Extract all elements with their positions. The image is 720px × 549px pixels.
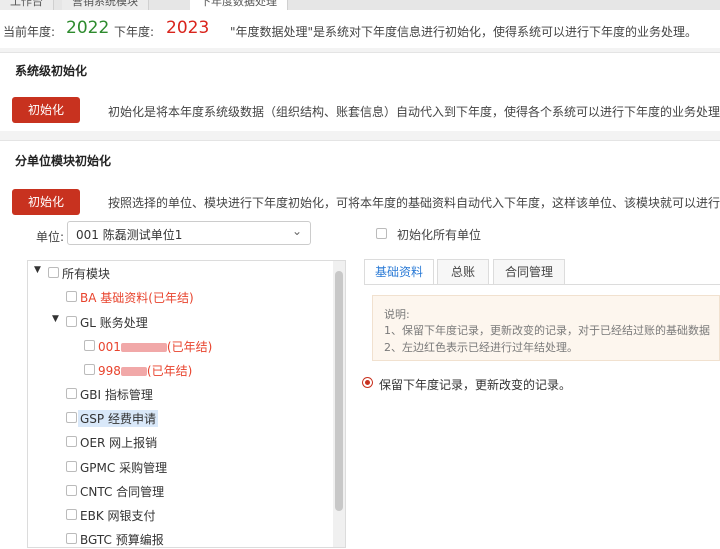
system-init-description: 初始化是将本年度系统级数据（组织结构、账套信息）自动代入到下年度，使得各个系统可… [108,105,720,119]
caret-down-icon[interactable]: ▼ [52,314,59,324]
current-year-value: 2022 [66,18,110,38]
tree-node-label: 所有模块 [62,267,111,281]
tree-checkbox[interactable] [66,509,77,520]
tree-node-label: GPMC 采购管理 [80,461,168,475]
tree-node-label: EBK 网银支付 [80,509,156,523]
note-box: 说明: 1、保留下年度记录，更新改变的记录，对于已经结过账的基础数据 2、左边红… [372,295,720,361]
tab-marketing[interactable]: 营销系统模块 [62,0,149,10]
redacted-text [120,343,167,352]
redacted-text [120,367,147,376]
tree-checkbox[interactable] [66,436,77,447]
tree-checkbox[interactable] [66,291,77,302]
tree-checkbox[interactable] [48,267,59,278]
tree-checkbox[interactable] [66,316,77,327]
tree-checkbox[interactable] [66,461,77,472]
tree-node-label: 001 (已年结) [98,340,213,354]
tab-workbench[interactable]: 工作台 [0,0,54,10]
module-tree: ▼ 所有模块 BA 基础资料(已年结) ▼ GL 账务处理 001 (已年结) 9… [27,260,346,548]
unit-select-value: 001 陈磊测试单位1 [76,228,183,242]
radio-label: 保留下年度记录，更新改变的记录。 [379,378,572,392]
tree-node-label: GBI 指标管理 [80,388,153,402]
note-title: 说明: [384,308,410,321]
system-init-button[interactable]: 初始化 [12,97,80,123]
current-year-label: 当前年度: [3,25,56,39]
tree-checkbox[interactable] [84,340,95,351]
unit-select[interactable]: 001 陈磊测试单位1 ⌄ [67,221,311,245]
year-info-bar: 当前年度: 2022 下年度: 2023 "年度数据处理"是系统对下年度信息进行… [0,10,720,48]
tree-node-label: GL 账务处理 [80,316,148,330]
tab-year-data[interactable]: 下年度数据处理 [190,0,288,10]
year-description: "年度数据处理"是系统对下年度信息进行初始化，使得系统可以进行下年度的业务处理。 [230,25,698,39]
init-all-checkbox[interactable] [376,228,387,239]
unit-init-title: 分单位模块初始化 [15,154,112,168]
unit-init-button[interactable]: 初始化 [12,189,80,215]
tree-scrollbar[interactable] [333,261,345,547]
chevron-down-icon: ⌄ [291,224,302,238]
tab-bar: 工作台 营销系统模块 下年度数据处理 [0,0,720,10]
tree-node-label: OER 网上报销 [80,436,158,450]
next-year-value: 2023 [166,18,210,38]
tree-node-label: 998 (已年结) [98,364,193,378]
caret-down-icon[interactable]: ▼ [34,265,41,275]
unit-init-description: 按照选择的单位、模块进行下年度初始化，可将本年度的基础资料自动代入下年度，这样该… [108,196,720,210]
note-line-2: 2、左边红色表示已经进行过年结处理。 [384,341,578,354]
tab-contract-management[interactable]: 合同管理 [493,259,565,285]
tree-checkbox[interactable] [84,364,95,375]
system-init-title: 系统级初始化 [15,64,88,78]
tab-general-ledger[interactable]: 总账 [437,259,489,285]
note-line-1: 1、保留下年度记录，更新改变的记录，对于已经结过账的基础数据 [384,324,710,337]
tree-checkbox[interactable] [66,533,77,544]
tree-checkbox[interactable] [66,412,77,423]
init-all-label: 初始化所有单位 [397,228,482,242]
tree-checkbox[interactable] [66,485,77,496]
tab-basic-data[interactable]: 基础资料 [364,259,434,285]
tree-checkbox[interactable] [66,388,77,399]
tree-node-label: BA 基础资料(已年结) [80,291,194,305]
tree-node-label: CNTC 合同管理 [80,485,165,499]
tree-node-label: BGTC 预算编报 [80,533,164,547]
scrollbar-thumb[interactable] [335,271,343,511]
radio-selected-icon[interactable] [362,377,373,388]
next-year-label: 下年度: [114,25,155,39]
tab-divider [364,284,720,285]
system-init-card: 系统级初始化 初始化 初始化是将本年度系统级数据（组织结构、账套信息）自动代入到… [0,52,720,131]
tree-node-label: GSP 经费申请 [78,410,158,427]
unit-label: 单位: [36,230,65,244]
